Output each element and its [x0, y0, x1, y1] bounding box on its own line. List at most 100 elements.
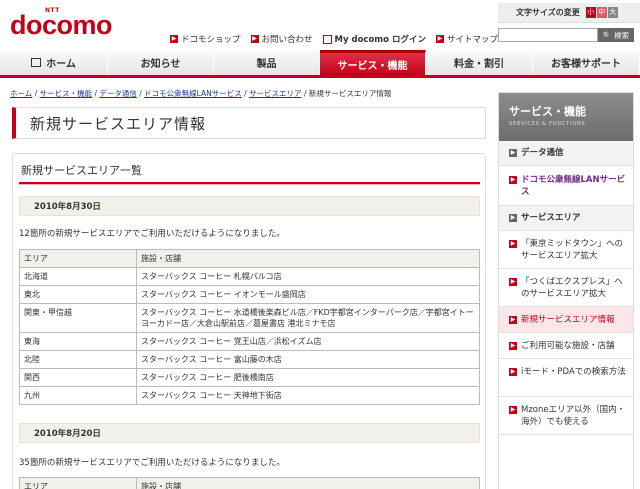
home-icon	[31, 58, 42, 67]
table-cell-facility: スターバックス コーヒー 水道橋後楽森ビル店／FKD宇都宮インターパーク店／宇都…	[136, 303, 480, 333]
section-title: 新規サービスエリア一覧	[21, 164, 142, 177]
table-row: 北海道 スターバックス コーヒー 札幌パルコ店	[19, 267, 480, 286]
text-size-buttons: 小 中 大	[585, 7, 618, 18]
table-row: 東海 スターバックス コーヒー 覚王山店／浜松イズム店	[19, 332, 480, 351]
table-row: 九州 スターバックス コーヒー 天神地下街店	[19, 386, 480, 405]
site-header: NTT docomo ▶ ドコモショップ ▶ お問い合わせ My docomo …	[0, 0, 640, 50]
text-size-medium-button[interactable]: 中	[596, 7, 607, 18]
arrow-right-icon: ▶	[509, 368, 517, 376]
breadcrumb-link-area[interactable]: サービスエリア	[249, 89, 302, 98]
arrow-right-icon: ▶	[509, 278, 517, 286]
nav-tab-home[interactable]: ホーム	[0, 50, 108, 75]
nav-tab-label: ホーム	[46, 59, 76, 70]
breadcrumb: ホーム / サービス・機能 / データ通信 / ドコモ公衆無線LANサービス /…	[10, 89, 392, 98]
main-nav: ホーム お知らせ 製品 サービス・機能 料金・割引 お客様サポート	[0, 50, 640, 78]
nav-tab-label: お知らせ	[140, 59, 181, 70]
sidebar-item-label: 「つくばエクスプレス」へのサービスエリア拡大	[521, 277, 623, 299]
nav-tab-label: 製品	[256, 59, 277, 70]
table-cell-facility: スターバックス コーヒー 札幌パルコ店	[136, 267, 480, 286]
sidebar-item-label: ドコモ公衆無線LANサービス	[521, 175, 626, 197]
sidebar: サービス・機能 SERVICES & FUNCTIONS ▶ データ通信 ▶ ド…	[498, 92, 634, 489]
date-heading: 2010年8月20日	[19, 423, 480, 443]
table-cell-facility: スターバックス コーヒー 富山藤の木店	[136, 350, 480, 369]
table-cell-area: 東海	[19, 332, 137, 351]
table-cell-area: 九州	[19, 386, 137, 405]
table-cell-area: 北海道	[19, 267, 137, 286]
search-icon: 🔍	[602, 30, 613, 40]
text-size-small-button[interactable]: 小	[585, 7, 596, 18]
sidebar-item-available-facilities[interactable]: ▶ ご利用可能な施設・店舗	[499, 333, 633, 359]
page-title: 新規サービスエリア情報	[30, 114, 207, 133]
sidebar-item-label: 「東京ミッドタウン」へのサービスエリア拡大	[521, 239, 624, 261]
topnav-sitemap[interactable]: ▶ サイトマップ	[435, 33, 498, 45]
table-header-facility: 施設・店舗	[136, 477, 480, 489]
block-intro: 35箇所の新規サービスエリアでご利用いただけるようになりました。	[19, 458, 285, 468]
table-header-row: エリア 施設・店舗	[19, 249, 480, 268]
sidebar-item-data-communication[interactable]: ▶ データ通信	[499, 141, 633, 166]
table-header-area: エリア	[19, 249, 137, 268]
docomo-logo[interactable]: NTT docomo	[10, 7, 113, 40]
table-row: 関東・甲信越 スターバックス コーヒー 水道橋後楽森ビル店／FKD宇都宮インター…	[19, 303, 480, 333]
table-cell-facility: スターバックス コーヒー イオンモール盛岡店	[136, 285, 480, 304]
arrow-right-icon: ▶	[170, 35, 178, 43]
sidebar-item-label: 新規サービスエリア情報	[521, 315, 615, 325]
breadcrumb-current: 新規サービスエリア情報	[308, 89, 392, 98]
area-table: エリア 施設・店舗 北海道 スターバックス コーヒー 札幌パルコ店 東北 スター…	[19, 249, 480, 405]
arrow-right-icon: ▶	[509, 406, 517, 414]
table-row: 関西 スターバックス コーヒー 肥後橋南店	[19, 368, 480, 387]
search-input[interactable]	[498, 28, 598, 42]
search-button-label: 検索	[614, 30, 630, 40]
sidebar-item-service-area[interactable]: ▶ サービスエリア	[499, 206, 633, 231]
breadcrumb-link-home[interactable]: ホーム	[10, 89, 32, 98]
arrow-right-icon: ▶	[509, 342, 517, 350]
mydocomo-icon	[322, 34, 332, 44]
nav-tab-services[interactable]: サービス・機能	[320, 50, 426, 75]
sidebar-item-label: iモード・PDAでの検索方法	[521, 367, 626, 377]
content-panel: 新規サービスエリア一覧 2010年8月30日 12箇所の新規サービスエリアでご利…	[12, 153, 486, 489]
sidebar-item-new-areas[interactable]: ▶ 新規サービスエリア情報	[499, 307, 633, 333]
logo-wordmark: docomo	[10, 10, 113, 40]
table-cell-facility: スターバックス コーヒー 天神地下街店	[136, 386, 480, 405]
text-size-label: 文字サイズの変更	[516, 8, 580, 17]
breadcrumb-link-services[interactable]: サービス・機能	[40, 89, 93, 98]
arrow-right-icon: ▶	[509, 149, 517, 157]
topnav-label: ドコモショップ	[181, 35, 241, 45]
sidebar-item-midtown[interactable]: ▶ 「東京ミッドタウン」へのサービスエリア拡大	[499, 231, 633, 269]
logo-ntt-text: NTT	[45, 7, 60, 14]
topnav-contact[interactable]: ▶ お問い合わせ	[250, 33, 313, 45]
topnav-mydocomo-login[interactable]: My docomo ログイン	[322, 33, 426, 45]
sidebar-item-label: サービスエリア	[521, 213, 581, 223]
table-header-facility: 施設・店舗	[136, 249, 480, 268]
arrow-right-icon: ▶	[509, 176, 517, 184]
utility-nav: ▶ ドコモショップ ▶ お問い合わせ My docomo ログイン ▶ サイトマ…	[170, 33, 498, 45]
nav-tab-products[interactable]: 製品	[214, 50, 320, 75]
sidebar-item-tsukuba-express[interactable]: ▶ 「つくばエクスプレス」へのサービスエリア拡大	[499, 269, 633, 307]
sidebar-item-label: Mzoneエリア以外（国内・海外）でも使える	[521, 405, 626, 427]
topnav-docomo-shop[interactable]: ▶ ドコモショップ	[170, 33, 241, 45]
nav-tab-news[interactable]: お知らせ	[108, 50, 214, 75]
table-header-row: エリア 施設・店舗	[19, 477, 480, 489]
table-row: 東北 スターバックス コーヒー イオンモール盛岡店	[19, 285, 480, 304]
nav-tab-pricing[interactable]: 料金・割引	[426, 50, 533, 75]
sidebar-header: サービス・機能 SERVICES & FUNCTIONS	[499, 93, 633, 141]
breadcrumb-link-wifi[interactable]: ドコモ公衆無線LANサービス	[144, 89, 242, 98]
table-cell-facility: スターバックス コーヒー 覚王山店／浜松イズム店	[136, 332, 480, 351]
nav-tab-label: 料金・割引	[454, 59, 504, 70]
sidebar-title: サービス・機能	[509, 105, 586, 118]
table-cell-area: 関東・甲信越	[19, 303, 137, 333]
breadcrumb-link-data[interactable]: データ通信	[99, 89, 137, 98]
nav-tab-support[interactable]: お客様サポート	[533, 50, 640, 75]
arrow-right-icon: ▶	[509, 214, 517, 222]
sidebar-item-label: データ通信	[521, 148, 564, 158]
text-size-large-button[interactable]: 大	[607, 7, 618, 18]
sidebar-item-wifi-service[interactable]: ▶ ドコモ公衆無線LANサービス	[499, 166, 633, 206]
block-intro: 12箇所の新規サービスエリアでご利用いただけるようになりました。	[19, 229, 285, 239]
arrow-right-icon: ▶	[250, 35, 259, 43]
sidebar-item-imode-search[interactable]: ▶ iモード・PDAでの検索方法	[499, 359, 633, 397]
table-cell-area: 関西	[19, 368, 137, 387]
sidebar-item-mzone-outside[interactable]: ▶ Mzoneエリア以外（国内・海外）でも使える	[499, 397, 633, 435]
nav-tab-label: サービス・機能	[337, 60, 408, 72]
table-header-area: エリア	[19, 477, 137, 489]
table-cell-area: 東北	[19, 285, 137, 304]
search-button[interactable]: 🔍 検索	[598, 28, 634, 42]
